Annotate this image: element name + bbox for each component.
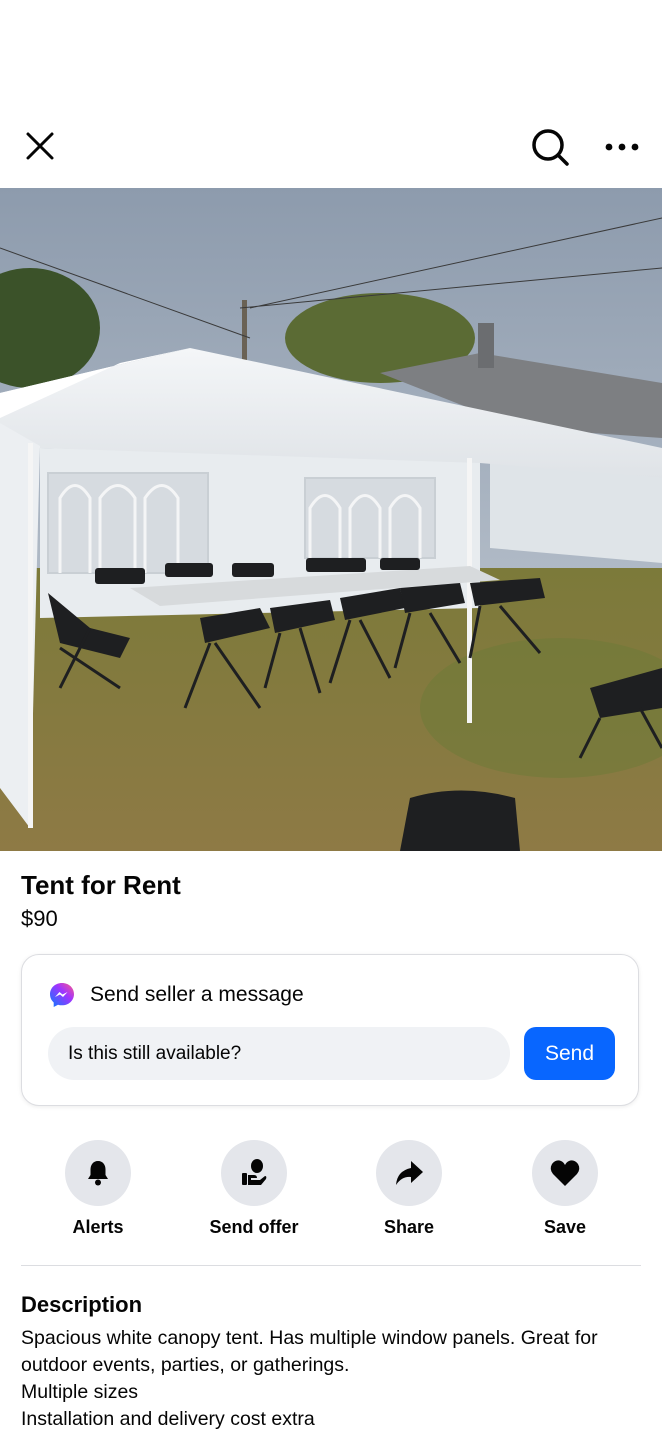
share-button[interactable]: Share (339, 1140, 479, 1238)
share-icon-circle[interactable] (376, 1140, 442, 1206)
messenger-icon (50, 983, 74, 1007)
alerts-icon-circle[interactable] (65, 1140, 131, 1206)
action-bar: Alerts Send offer Share Save (0, 1140, 662, 1250)
divider (21, 1265, 641, 1266)
search-button[interactable] (528, 125, 572, 169)
message-header: Send seller a message (48, 981, 304, 1009)
message-input[interactable] (48, 1027, 510, 1080)
send-offer-button[interactable]: Send offer (184, 1140, 324, 1238)
listing-title: Tent for Rent (21, 870, 181, 900)
save-icon-circle[interactable] (532, 1140, 598, 1206)
share-arrow-icon (396, 1161, 423, 1185)
more-options-button[interactable] (600, 125, 644, 169)
send-offer-label: Send offer (209, 1217, 299, 1237)
more-horizontal-icon (605, 143, 639, 151)
description-body: Spacious white canopy tent. Has multiple… (21, 1325, 641, 1433)
hand-coin-icon (242, 1159, 267, 1185)
listing-price: $90 (21, 906, 58, 931)
send-message-card: Send seller a message Send (21, 954, 639, 1106)
description-line: Spacious white canopy tent. Has multiple… (21, 1327, 604, 1376)
alerts-label: Alerts (72, 1217, 124, 1237)
close-icon (26, 132, 54, 160)
share-label: Share (383, 1217, 435, 1237)
tent-photo-illustration (0, 188, 662, 851)
save-label: Save (543, 1217, 587, 1237)
bell-icon (88, 1161, 108, 1186)
message-heading: Send seller a message (90, 983, 304, 1006)
close-button[interactable] (20, 126, 60, 166)
description-heading: Description (21, 1292, 143, 1317)
description-line: Installation and delivery cost extra (21, 1408, 315, 1430)
send-offer-icon-circle[interactable] (221, 1140, 287, 1206)
heart-icon (550, 1160, 580, 1186)
send-button[interactable]: Send (524, 1027, 615, 1080)
search-icon (532, 129, 569, 166)
description-line: Multiple sizes (21, 1381, 139, 1403)
alerts-button[interactable]: Alerts (28, 1140, 168, 1238)
listing-photo[interactable] (0, 188, 662, 851)
top-bar (0, 110, 662, 188)
save-button[interactable]: Save (495, 1140, 635, 1238)
